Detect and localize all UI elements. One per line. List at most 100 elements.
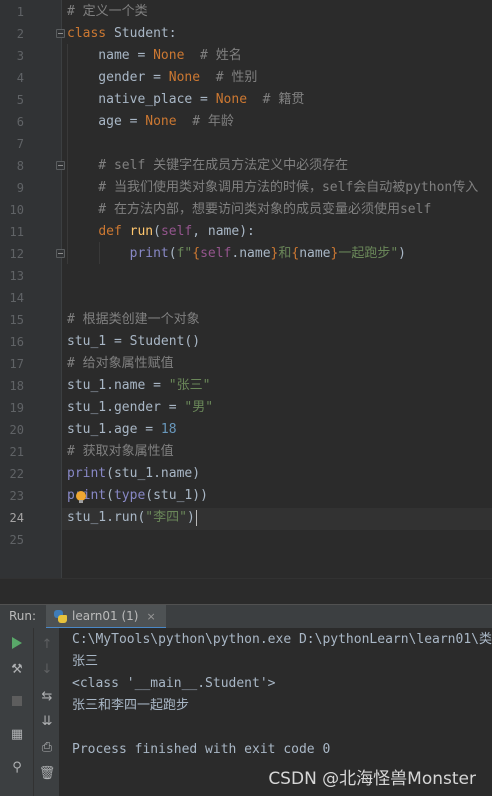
code-line[interactable]: class Student: xyxy=(67,23,177,45)
code-token: name xyxy=(299,246,331,261)
code-line[interactable]: stu_1.name = "张三" xyxy=(67,375,210,397)
stop-button[interactable] xyxy=(0,690,34,712)
code-token: ) xyxy=(186,510,195,525)
code-line[interactable]: # 根据类创建一个对象 xyxy=(67,309,200,331)
code-token: 18 xyxy=(160,422,177,437)
soft-wrap-icon: ⇆ xyxy=(41,688,53,704)
code-line[interactable]: stu_1.age = 18 xyxy=(67,419,177,441)
code-token: # 根据类创建一个对象 xyxy=(67,312,200,327)
code-line[interactable]: # self 关键字在成员方法定义中必须存在 xyxy=(67,155,348,177)
code-token: None xyxy=(145,114,177,129)
code-token: stu_1.age = xyxy=(67,422,161,437)
code-line[interactable]: print(f"{self.name}和{name}一起跑步") xyxy=(67,243,406,265)
code-token: # 籍贯 xyxy=(247,92,305,107)
code-token: # self 关键字在成员方法定义中必须存在 xyxy=(67,158,349,173)
code-line[interactable]: stu_1 = Student() xyxy=(67,331,200,353)
code-line[interactable]: stu_1.gender = "男" xyxy=(67,397,213,419)
line-number: 7 xyxy=(16,137,24,151)
code-token: # 年龄 xyxy=(176,114,234,129)
code-token: "男" xyxy=(184,400,214,415)
code-token: run xyxy=(129,224,154,239)
code-token: native_place = xyxy=(67,92,216,107)
line-number: 21 xyxy=(9,445,24,459)
code-token: # 姓名 xyxy=(184,48,242,63)
code-token: stu_1.run( xyxy=(67,510,146,525)
line-number: 14 xyxy=(9,291,24,305)
code-line[interactable]: native_place = None # 籍贯 xyxy=(67,89,304,111)
code-line[interactable]: def run(self, name): xyxy=(67,221,255,243)
layout-button[interactable]: ▦ xyxy=(0,723,34,745)
code-token: class xyxy=(67,26,107,41)
run-label: Run: xyxy=(9,609,37,623)
next-occurrence-button[interactable]: ↓ xyxy=(34,658,60,680)
code-line[interactable]: # 定义一个类 xyxy=(67,1,148,23)
code-line[interactable]: age = None # 年龄 xyxy=(67,111,234,133)
fold-icon[interactable] xyxy=(56,29,65,38)
code-token: self xyxy=(200,246,232,261)
line-number: 23 xyxy=(9,489,24,503)
code-line[interactable]: # 当我们使用类对象调用方法的时候，self会自动被python传入 xyxy=(67,177,478,199)
run-tool-window-header: Run: learn01 (1) × xyxy=(0,604,492,629)
tab-run-configuration[interactable]: learn01 (1) × xyxy=(46,605,166,629)
code-token: # 性别 xyxy=(200,70,258,85)
settings-button[interactable]: ⚒ xyxy=(0,658,34,680)
lightbulb-icon[interactable] xyxy=(76,491,86,503)
text-caret xyxy=(195,509,197,526)
trash-icon: 🗑 xyxy=(38,765,56,781)
line-number: 20 xyxy=(9,423,24,437)
console-line: 张三 xyxy=(72,654,99,669)
line-number: 8 xyxy=(16,159,24,173)
fold-icon[interactable] xyxy=(56,249,65,258)
code-token: "李四" xyxy=(145,510,187,525)
console-line: Process finished with exit code 0 xyxy=(72,742,331,757)
code-token: ( xyxy=(106,488,114,503)
code-token: ( xyxy=(153,224,161,239)
code-editor[interactable]: 1 2 3 4 5 6 7 8 9 10 11 12 13 14 15 16 17 18 19 20 21 22 23 24 2… xyxy=(0,0,492,578)
code-token: None xyxy=(153,48,185,63)
wrench-icon: ⚒ xyxy=(11,661,23,677)
code-line[interactable]: gender = None # 性别 xyxy=(67,67,257,89)
code-token: age = xyxy=(67,114,146,129)
arrow-up-icon: ↑ xyxy=(41,636,53,652)
line-number: 19 xyxy=(9,401,24,415)
code-line[interactable]: name = None # 姓名 xyxy=(67,45,242,67)
code-token: # 获取对象属性值 xyxy=(67,444,174,459)
line-number: 1 xyxy=(16,5,24,19)
run-icon xyxy=(12,637,22,649)
code-line[interactable]: stu_1.run("李四") xyxy=(67,507,197,529)
line-number: 25 xyxy=(9,533,24,547)
fold-icon[interactable] xyxy=(56,161,65,170)
code-token: name = xyxy=(67,48,154,63)
code-token: print xyxy=(129,246,169,261)
print-icon: ⎙ xyxy=(41,739,53,755)
code-line[interactable]: # 给对象属性赋值 xyxy=(67,353,174,375)
code-token: ( xyxy=(168,246,177,261)
clear-all-button[interactable]: 🗑 xyxy=(34,762,60,784)
console-line: C:\MyTools\python\python.exe D:\pythonLe… xyxy=(72,632,492,647)
line-number: 5 xyxy=(16,93,24,107)
line-number: 6 xyxy=(16,115,24,129)
code-line[interactable]: # 获取对象属性值 xyxy=(67,441,174,463)
code-token: 和 xyxy=(278,246,292,261)
code-line[interactable]: print(type(stu_1)) xyxy=(67,485,208,507)
print-button[interactable]: ⎙ xyxy=(34,736,60,758)
code-token: stu_1.gender = xyxy=(67,400,185,415)
code-token: stu_1.name = xyxy=(67,378,169,393)
line-number: 2 xyxy=(16,27,24,41)
panel-separator[interactable] xyxy=(0,578,492,604)
rerun-button[interactable] xyxy=(0,632,34,654)
line-number: 9 xyxy=(16,181,24,195)
close-icon[interactable]: × xyxy=(146,610,155,623)
scroll-to-end-button[interactable]: ⇊ xyxy=(34,710,60,732)
line-number: 15 xyxy=(9,313,24,327)
previous-occurrence-button[interactable]: ↑ xyxy=(34,633,60,655)
pin-tab-button[interactable]: ⚲ xyxy=(0,756,34,778)
code-token: # 定义一个类 xyxy=(67,4,148,19)
code-line[interactable]: # 在方法内部，想要访问类对象的成员变量必须使用self xyxy=(67,199,431,221)
line-number: 3 xyxy=(16,49,24,63)
code-line[interactable]: print(stu_1.name) xyxy=(67,463,200,485)
soft-wrap-button[interactable]: ⇆ xyxy=(34,685,60,707)
